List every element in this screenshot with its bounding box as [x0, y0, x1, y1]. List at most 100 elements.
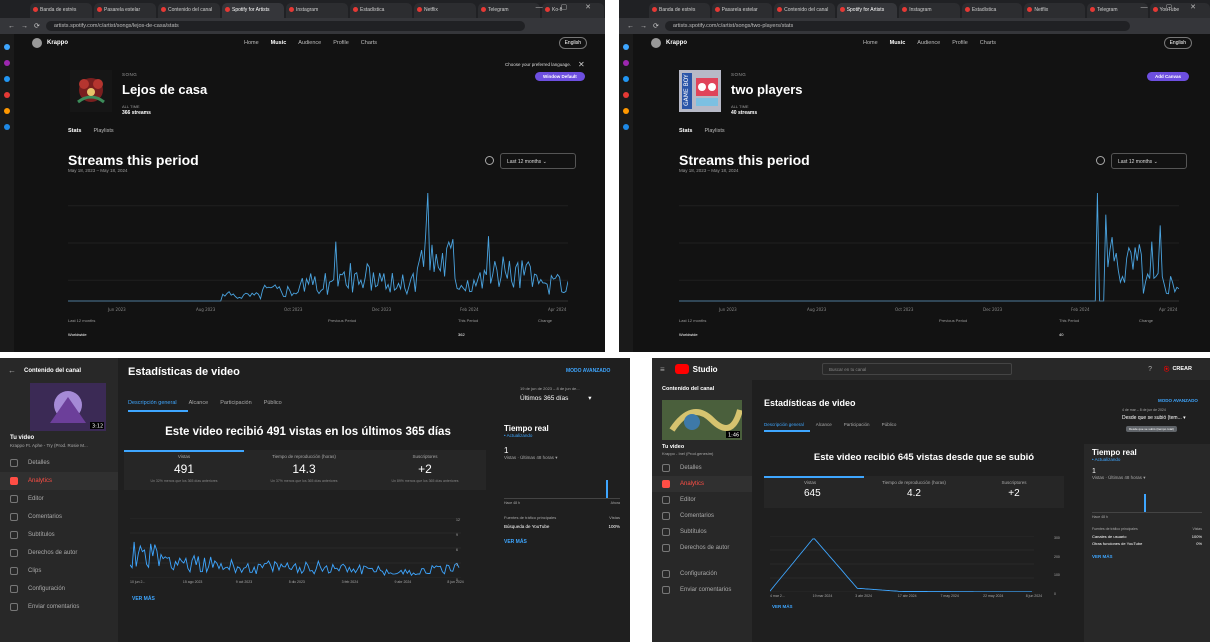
forward-icon[interactable]: → [21, 23, 28, 30]
youtube-logo-icon[interactable] [674, 364, 689, 374]
nav-details[interactable]: Detalles [652, 460, 752, 476]
browser-tab[interactable]: Pasarela estelar [94, 3, 156, 18]
browser-tab[interactable]: Spotify for Artists [222, 3, 284, 18]
tab-overview[interactable]: Descripción general [128, 400, 177, 406]
nav-analytics[interactable]: Analytics [652, 476, 752, 492]
range-select[interactable]: Last 12 months ⌄ [1111, 153, 1187, 169]
browser-tab[interactable]: Contenido del canal [774, 3, 835, 18]
back-icon[interactable]: ← [627, 23, 634, 30]
browser-tab[interactable]: Instagram [286, 3, 348, 18]
artist-name[interactable]: Krappo [666, 40, 687, 46]
nav-profile[interactable]: Profile [952, 40, 968, 46]
tab-overview[interactable]: Descripción general [764, 422, 804, 427]
nav-comments[interactable]: Comentarios [0, 508, 118, 526]
nav-copyright[interactable]: Derechos de autor [652, 540, 752, 556]
help-icon[interactable]: ? [1148, 366, 1152, 373]
metric-views[interactable]: Vistas 645 [764, 480, 864, 499]
tab-reach[interactable]: Alcance [189, 400, 209, 406]
tab-engagement[interactable]: Participación [844, 422, 870, 427]
app-icon[interactable] [623, 124, 629, 130]
nav-editor[interactable]: Editor [652, 492, 752, 508]
browser-tab[interactable]: Estadística [961, 3, 1023, 18]
nav-subtitles[interactable]: Subtítulos [0, 526, 118, 544]
back-arrow-icon[interactable]: ← [8, 366, 16, 375]
language-button[interactable]: English [558, 37, 587, 49]
nav-copyright[interactable]: Derechos de autor [0, 544, 118, 562]
browser-tab[interactable]: Telegram [1086, 3, 1148, 18]
window-controls[interactable]: — ▢ ✕ [1141, 3, 1204, 11]
advanced-mode-link[interactable]: MODO AVANZADO [566, 368, 610, 374]
window-controls[interactable]: — ▢ ✕ [536, 3, 599, 11]
browser-tab[interactable]: Pasarela estelar [711, 3, 773, 18]
app-icon[interactable] [4, 76, 10, 82]
add-canvas-button[interactable]: Add Canvas [1147, 72, 1190, 81]
nav-charts[interactable]: Charts [980, 40, 996, 46]
app-icon[interactable] [623, 60, 629, 66]
studio-label[interactable]: Studio [693, 365, 718, 374]
app-icon[interactable] [623, 92, 629, 98]
browser-tab[interactable]: Instagram [899, 3, 960, 18]
tab-audience[interactable]: Público [264, 400, 282, 406]
tab-audience[interactable]: Público [882, 422, 897, 427]
nav-analytics[interactable]: Analytics [0, 472, 118, 490]
tab-playlists[interactable]: Playlists [704, 128, 724, 134]
info-icon[interactable] [1096, 156, 1105, 165]
nav-details[interactable]: Detalles [0, 454, 118, 472]
app-icon[interactable] [4, 124, 10, 130]
app-icon[interactable] [623, 44, 629, 50]
realtime-caption[interactable]: Vistas · Últimas 48 horas ▾ [504, 455, 620, 461]
metric-watchtime[interactable]: Tiempo de reproducción (horas) 4.2 [864, 480, 964, 499]
video-thumbnail[interactable]: 1:46 [662, 400, 742, 440]
browser-tab[interactable]: Netflix [414, 3, 476, 18]
menu-icon[interactable]: ≡ [660, 365, 665, 374]
nav-editor[interactable]: Editor [0, 490, 118, 508]
nav-settings[interactable]: Configuración [0, 580, 118, 598]
metric-views[interactable]: Vistas 491 Un 32% menos que los 365 días… [124, 454, 244, 483]
nav-audience[interactable]: Audience [917, 40, 940, 46]
reload-icon[interactable]: ⟳ [653, 22, 659, 30]
metric-subscribers[interactable]: Suscriptores +2 [964, 480, 1064, 499]
browser-tab[interactable]: Contenido del canal [158, 3, 220, 18]
language-button[interactable]: English [1163, 37, 1192, 49]
app-icon[interactable] [623, 76, 629, 82]
back-icon[interactable]: ← [8, 23, 15, 30]
channel-content-link[interactable]: Contenido del canal [652, 380, 752, 398]
tab-stats[interactable]: Stats [68, 128, 81, 134]
date-range-select[interactable]: Últimos 365 días ▾ [520, 394, 592, 402]
see-more-link-2[interactable]: VER MÁS [504, 539, 620, 545]
url-field[interactable]: artists.spotify.com/c/artist/songs/lejos… [45, 21, 525, 31]
browser-tab[interactable]: Banda de estrés [649, 3, 710, 18]
channel-content-link[interactable]: Contenido del canal [24, 368, 81, 374]
browser-tab[interactable]: Spotify for Artists [836, 3, 898, 18]
advanced-mode-link[interactable]: MODO AVANZADO [1158, 398, 1198, 403]
nav-home[interactable]: Home [244, 40, 259, 46]
nav-comments[interactable]: Comentarios [652, 508, 752, 524]
tab-engagement[interactable]: Participación [220, 400, 252, 406]
url-field[interactable]: artists.spotify.com/c/artist/songs/two-p… [664, 21, 1130, 31]
see-more-link[interactable]: VER MÁS [132, 596, 155, 602]
nav-home[interactable]: Home [863, 40, 878, 46]
nav-audience[interactable]: Audience [298, 40, 321, 46]
artist-avatar[interactable] [32, 38, 42, 48]
see-more-link[interactable]: VER MÁS [772, 604, 793, 609]
app-icon[interactable] [4, 108, 10, 114]
nav-profile[interactable]: Profile [333, 40, 349, 46]
tab-reach[interactable]: Alcance [816, 422, 832, 427]
nav-subtitles[interactable]: Subtítulos [652, 524, 752, 540]
info-icon[interactable] [485, 156, 494, 165]
browser-tab[interactable]: Netflix [1024, 3, 1085, 18]
browser-tab[interactable]: Banda de estrés [30, 3, 92, 18]
metric-subscribers[interactable]: Suscriptores +2 Un 89% menos que los 365… [364, 454, 486, 483]
tab-playlists[interactable]: Playlists [93, 128, 113, 134]
nav-clips[interactable]: Clips [0, 562, 118, 580]
forward-icon[interactable]: → [640, 23, 647, 30]
tab-stats[interactable]: Stats [679, 128, 692, 134]
app-icon[interactable] [4, 92, 10, 98]
nav-music[interactable]: Music [890, 40, 906, 46]
metric-watchtime[interactable]: Tiempo de reproducción (horas) 14.3 Un 3… [244, 454, 364, 483]
language-default-button[interactable]: Window Default [535, 72, 585, 81]
realtime-caption[interactable]: Vistas · Últimas 48 horas ▾ [1092, 475, 1202, 481]
artist-name[interactable]: Krappo [47, 40, 68, 46]
reload-icon[interactable]: ⟳ [34, 22, 40, 30]
artist-avatar[interactable] [651, 38, 661, 48]
